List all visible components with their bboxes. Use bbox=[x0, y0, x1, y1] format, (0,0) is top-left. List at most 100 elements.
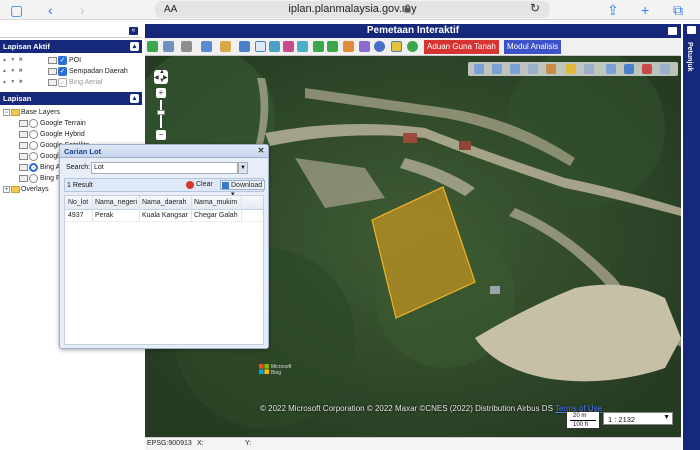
clear-button[interactable]: Clear bbox=[186, 181, 213, 189]
pan-control[interactable]: ▲ ◀ ▶ ▼ bbox=[154, 69, 168, 84]
legend-icon[interactable] bbox=[48, 57, 57, 64]
legend-icon[interactable] bbox=[48, 68, 57, 75]
share-icon[interactable]: ⇪ bbox=[607, 2, 619, 18]
search-lot-icon[interactable] bbox=[391, 41, 402, 52]
edit-icon[interactable] bbox=[566, 64, 576, 74]
search-type-select[interactable]: Lot bbox=[91, 162, 238, 174]
info-icon[interactable] bbox=[374, 41, 385, 52]
radio-icon[interactable] bbox=[29, 152, 38, 161]
home-icon[interactable] bbox=[147, 41, 158, 52]
radio-icon[interactable] bbox=[29, 141, 38, 150]
chevron-down-icon[interactable]: ▼ bbox=[663, 414, 670, 421]
collapse-tree-icon[interactable]: − bbox=[3, 109, 10, 116]
previous-icon[interactable] bbox=[313, 41, 324, 52]
modify-icon[interactable] bbox=[584, 64, 594, 74]
layers-icon[interactable] bbox=[163, 41, 174, 52]
collapse-map-icon[interactable] bbox=[668, 27, 677, 35]
legend-icon bbox=[19, 142, 28, 149]
column-header[interactable]: Nama_mukim bbox=[194, 199, 237, 206]
results-grid: No_lot Nama_negeri Nama_daerah Nama_muki… bbox=[64, 195, 264, 345]
zoom-out-button[interactable]: − bbox=[156, 130, 166, 140]
column-header[interactable]: No_lot bbox=[68, 199, 88, 206]
zoom-slider[interactable] bbox=[157, 100, 165, 128]
layer-row-sempadan[interactable]: ▲ ▼ ✖ ✓ Sempadan Daerah bbox=[0, 66, 142, 77]
draw-box-icon[interactable] bbox=[528, 64, 538, 74]
address-bar[interactable]: AA iplan.planmalaysia.gov.my ↻ bbox=[155, 1, 550, 18]
grid-icon[interactable] bbox=[201, 41, 212, 52]
chevron-down-icon[interactable]: ▼ bbox=[238, 162, 248, 174]
image-icon[interactable] bbox=[220, 41, 231, 52]
status-bar: EPSG:900913 X: Y: bbox=[145, 437, 681, 450]
download-button[interactable]: Download ▾ bbox=[220, 180, 266, 198]
tabs-icon[interactable]: ⧉ bbox=[673, 2, 683, 18]
column-header[interactable]: Nama_daerah bbox=[142, 199, 186, 206]
layer-order-icons[interactable]: ▲ ▼ ✖ bbox=[2, 57, 24, 63]
next-icon[interactable] bbox=[327, 41, 338, 52]
zoom-in-icon[interactable] bbox=[269, 41, 280, 52]
aduan-guna-tanah-button[interactable]: Aduan Guna Tanah bbox=[424, 40, 499, 54]
zoom-out-icon[interactable] bbox=[283, 41, 294, 52]
url-text[interactable]: iplan.planmalaysia.gov.my bbox=[155, 3, 550, 15]
column-header[interactable]: Nama_negeri bbox=[95, 199, 137, 206]
results-bar: 1 Result Clear Download ▾ bbox=[64, 178, 266, 198]
draw-text-icon[interactable] bbox=[546, 64, 556, 74]
zoom-in-button[interactable]: + bbox=[156, 88, 166, 98]
zoom-icon[interactable] bbox=[181, 41, 192, 52]
legend-icon[interactable] bbox=[48, 79, 57, 86]
radio-icon[interactable] bbox=[29, 174, 38, 183]
collapse-icon[interactable]: ▴ bbox=[130, 94, 139, 103]
collapse-left-icon[interactable]: « bbox=[129, 27, 138, 35]
layers-tree-header: Lapisan ▴ bbox=[0, 92, 142, 105]
pan-left-icon[interactable]: ◀ bbox=[154, 74, 159, 81]
select-icon[interactable] bbox=[606, 64, 616, 74]
close-icon[interactable]: ✕ bbox=[257, 147, 265, 155]
bing-attribution: Microsoft Bing bbox=[271, 364, 292, 376]
pan-icon[interactable] bbox=[255, 41, 266, 52]
layer-row-bing-aerial[interactable]: ▲ ▼ ✖ ✓ Bing Aerial bbox=[0, 77, 142, 88]
clear-drawing-icon[interactable] bbox=[660, 64, 670, 74]
tree-layer-google-hybrid[interactable]: Google Hybrid bbox=[0, 129, 142, 140]
new-tab-icon[interactable]: + bbox=[641, 2, 649, 18]
save-icon[interactable] bbox=[239, 41, 250, 52]
delete-icon[interactable] bbox=[642, 64, 652, 74]
identify-icon[interactable] bbox=[359, 41, 370, 52]
zoom-control: ▲ ◀ ▶ ▼ + − bbox=[154, 69, 168, 140]
layer-order-icons[interactable]: ▲ ▼ ✖ bbox=[2, 68, 24, 74]
draw-point-icon[interactable] bbox=[474, 64, 484, 74]
map-copyright: © 2022 Microsoft Corporation © 2022 Maxa… bbox=[260, 404, 603, 413]
checkbox-icon[interactable]: ✓ bbox=[58, 56, 67, 65]
scale-select[interactable]: 1 : 2132 ▼ bbox=[603, 412, 673, 425]
full-extent-icon[interactable] bbox=[297, 41, 308, 52]
expand-legend-icon[interactable] bbox=[687, 26, 696, 34]
move-icon[interactable] bbox=[624, 64, 634, 74]
back-icon[interactable]: ‹ bbox=[48, 2, 53, 18]
forward-icon[interactable]: › bbox=[80, 2, 85, 18]
measure-icon[interactable] bbox=[343, 41, 354, 52]
layer-order-icons[interactable]: ▲ ▼ ✖ bbox=[2, 79, 24, 85]
modul-analisis-button[interactable]: Modul Analisis bbox=[504, 40, 562, 54]
checkbox-icon[interactable]: ✓ bbox=[58, 67, 67, 76]
radio-selected-icon[interactable] bbox=[29, 163, 38, 172]
reload-icon[interactable]: ↻ bbox=[530, 1, 540, 15]
lot-search-dialog: Carian Lot ✕ Search: Lot ▼ 1 Result Clea… bbox=[59, 144, 269, 349]
legend-side-panel[interactable]: Petunjuk bbox=[683, 24, 700, 450]
sidebar-icon[interactable]: ▢ bbox=[10, 2, 23, 18]
x-coordinate-label: X: bbox=[197, 440, 204, 447]
zoom-slider-handle[interactable] bbox=[157, 110, 165, 115]
draw-line-icon[interactable] bbox=[492, 64, 502, 74]
expand-tree-icon[interactable]: + bbox=[3, 186, 10, 193]
table-row[interactable]: 4937 Perak Kuala Kangsar Chegar Galah bbox=[65, 210, 263, 222]
search-row: Search: Lot ▼ bbox=[64, 162, 264, 174]
folder-icon bbox=[11, 109, 20, 116]
pan-down-icon[interactable]: ▼ bbox=[159, 78, 165, 84]
radio-icon[interactable] bbox=[29, 130, 38, 139]
collapse-icon[interactable]: ▴ bbox=[130, 42, 139, 51]
tree-layer-google-terrain[interactable]: Google Terrain bbox=[0, 118, 142, 129]
checkbox-icon[interactable]: ✓ bbox=[58, 78, 67, 87]
draw-polygon-icon[interactable] bbox=[510, 64, 520, 74]
radio-icon[interactable] bbox=[29, 119, 38, 128]
tree-base-layers[interactable]: − Base Layers bbox=[0, 107, 142, 118]
refresh-icon[interactable] bbox=[407, 41, 418, 52]
layer-row-poi[interactable]: ▲ ▼ ✖ ✓ POI bbox=[0, 55, 142, 66]
map-title-bar: Pemetaan Interaktif bbox=[145, 24, 681, 38]
